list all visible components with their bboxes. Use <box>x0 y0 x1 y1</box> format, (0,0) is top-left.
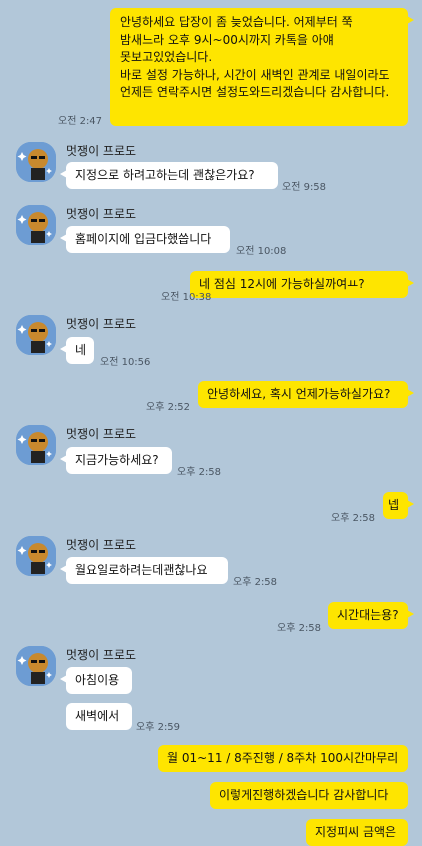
sender-name: 멋쟁이 프로도 <box>66 538 137 552</box>
frodo-avatar-icon[interactable] <box>16 142 56 182</box>
message-time: 오후 2:52 <box>146 402 191 413</box>
my-message-bubble[interactable]: 이렇게진행하겠습니다 감사합니다 <box>210 782 408 809</box>
their-message-bubble[interactable]: 네 <box>60 337 94 364</box>
sender-name: 멋쟁이 프로도 <box>66 317 137 331</box>
frodo-character-avatar-icon <box>16 425 56 465</box>
my-message-bubble[interactable]: 월 01~11 / 8주진행 / 8주차 100시간마무리 <box>158 745 408 772</box>
message-time: 오전 10:56 <box>100 357 151 368</box>
my-message-bubble[interactable]: 안녕하세요 답장이 좀 늦었습니다. 어제부터 쭉 밤새느라 오후 9시~00시… <box>110 8 414 126</box>
message-time: 오후 2:58 <box>277 623 322 634</box>
message-time: 오전 10:08 <box>236 246 287 257</box>
their-message-bubble[interactable]: 월요일로하려는데괜찮나요 <box>60 557 228 584</box>
their-message-bubble[interactable]: 새벽에서 <box>66 703 132 730</box>
their-message-bubble[interactable]: 지정으로 하려고하는데 괜찮은가요? <box>60 162 278 189</box>
frodo-avatar-icon[interactable] <box>16 315 56 355</box>
message-time: 오후 2:58 <box>331 513 376 524</box>
frodo-character-avatar-icon <box>16 205 56 245</box>
my-message-bubble[interactable]: 시간대는용? <box>328 602 414 629</box>
sender-name: 멋쟁이 프로도 <box>66 427 137 441</box>
frodo-character-avatar-icon <box>16 646 56 686</box>
frodo-avatar-icon[interactable] <box>16 425 56 465</box>
their-message-bubble[interactable]: 아침이용 <box>60 667 132 694</box>
sender-name: 멋쟁이 프로도 <box>66 144 137 158</box>
chat-message-area[interactable]: 안녕하세요 답장이 좀 늦었습니다. 어제부터 쭉 밤새느라 오후 9시~00시… <box>0 0 422 846</box>
frodo-character-avatar-icon <box>16 142 56 182</box>
message-time: 오후 2:58 <box>233 577 278 588</box>
frodo-character-avatar-icon <box>16 315 56 355</box>
their-message-bubble[interactable]: 홈페이지에 입금다했씁니다 <box>60 226 230 253</box>
my-message-bubble[interactable]: 안녕하세요, 혹시 언제가능하실가요? <box>198 381 414 408</box>
message-time: 오전 10:38 <box>161 292 212 303</box>
their-message-bubble[interactable]: 지금가능하세요? <box>60 447 172 474</box>
frodo-avatar-icon[interactable] <box>16 536 56 576</box>
my-message-bubble[interactable]: 넵 <box>383 492 414 519</box>
message-time: 오후 2:59 <box>136 722 181 733</box>
sender-name: 멋쟁이 프로도 <box>66 648 137 662</box>
message-time: 오전 2:47 <box>58 116 103 127</box>
sender-name: 멋쟁이 프로도 <box>66 207 137 221</box>
message-time: 오전 9:58 <box>282 182 327 193</box>
frodo-character-avatar-icon <box>16 536 56 576</box>
my-message-bubble[interactable]: 네 점심 12시에 가능하실까여ㅛ? <box>190 271 414 298</box>
frodo-avatar-icon[interactable] <box>16 205 56 245</box>
my-message-bubble[interactable]: 지정피씨 금액은 <box>306 819 408 846</box>
frodo-avatar-icon[interactable] <box>16 646 56 686</box>
message-time: 오후 2:58 <box>177 467 222 478</box>
